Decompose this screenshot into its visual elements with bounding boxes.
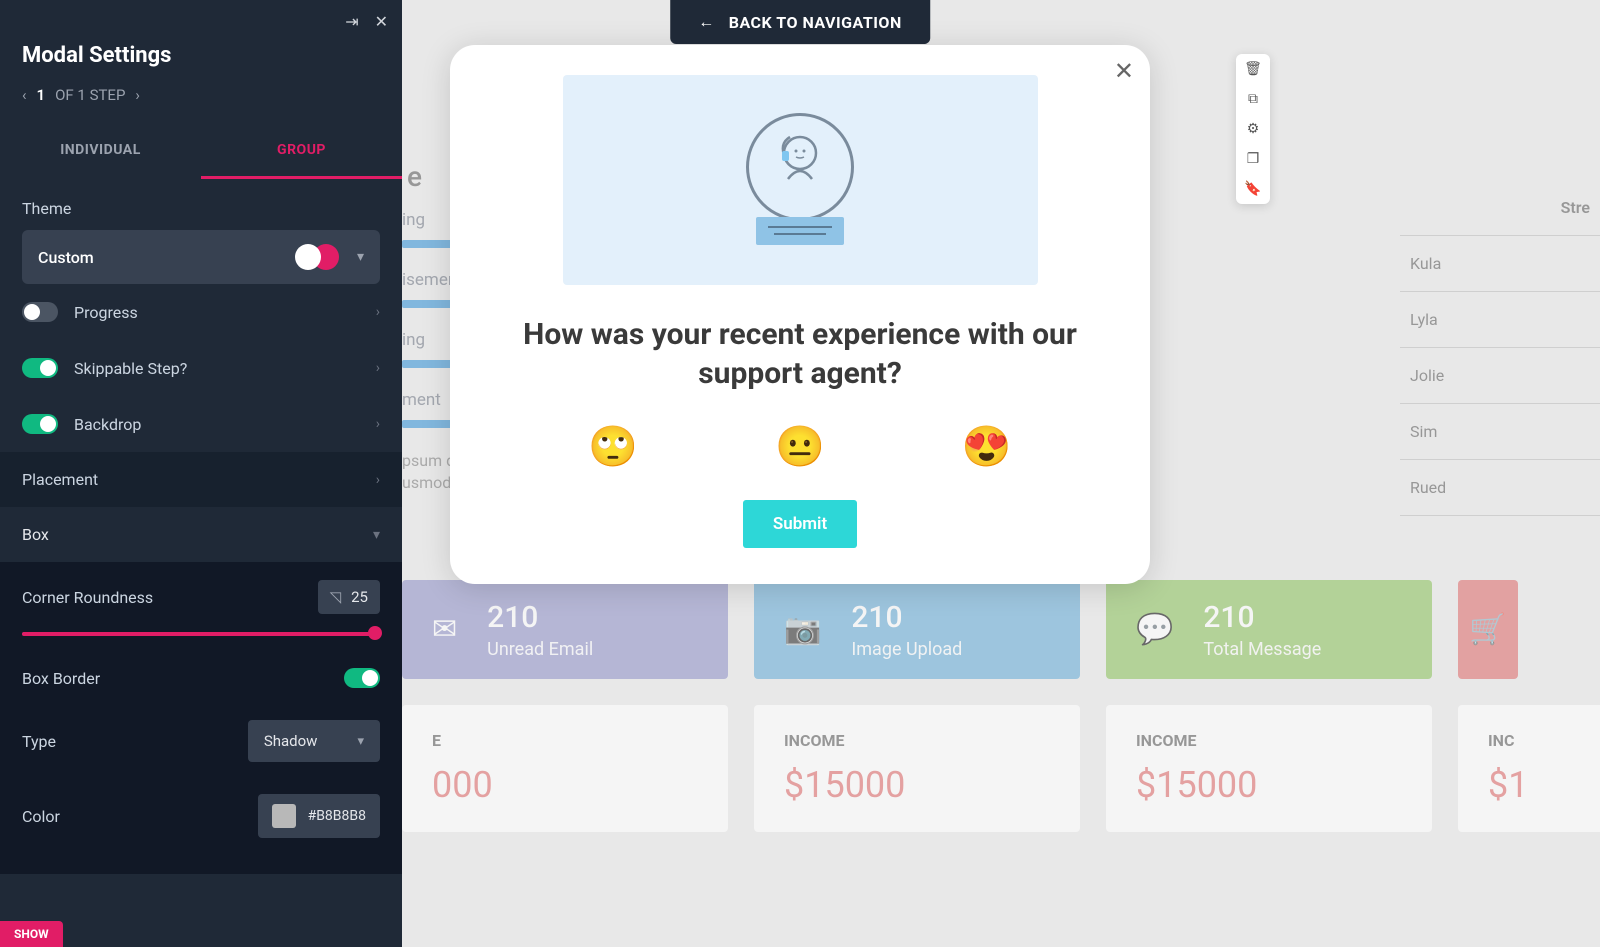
- theme-value: Custom: [38, 248, 283, 267]
- copy-icon[interactable]: ⧉: [1236, 84, 1270, 114]
- step-navigator: ‹ 1 OF 1 STEP ›: [0, 86, 402, 124]
- chevron-right-icon: ›: [376, 416, 380, 432]
- toggle-backdrop[interactable]: [22, 414, 58, 434]
- box-section: Corner Roundness ◹ 25 Box Border Type Sh…: [0, 562, 402, 874]
- color-swatch: [272, 804, 296, 828]
- bookmark-icon[interactable]: 🔖: [1236, 174, 1270, 204]
- submit-button[interactable]: Submit: [743, 500, 857, 548]
- step-next-icon[interactable]: ›: [135, 86, 140, 104]
- bg-heading: e: [407, 160, 422, 193]
- type-select[interactable]: Shadow ▾: [248, 720, 380, 762]
- chevron-right-icon: ›: [376, 304, 380, 320]
- step-total: OF 1 STEP: [55, 86, 125, 104]
- emoji-rating-row: 🙄 😐 😍: [520, 423, 1080, 470]
- toggle-border[interactable]: [344, 668, 380, 688]
- income-card: INCOME$15000: [754, 705, 1080, 832]
- row-progress[interactable]: Progress ›: [0, 284, 402, 340]
- income-card: INCOME$15000: [1106, 705, 1432, 832]
- modal-hero-image: [563, 75, 1038, 285]
- skippable-label: Skippable Step?: [74, 359, 360, 378]
- step-current: 1: [37, 86, 46, 104]
- row-placement[interactable]: Placement ›: [0, 452, 402, 507]
- chevron-right-icon: ›: [376, 472, 380, 488]
- stat-card: ✉ 210Unread Email: [402, 580, 728, 679]
- chevron-down-icon: ▾: [357, 734, 364, 749]
- chevron-down-icon: ▾: [373, 527, 380, 543]
- card-icon: 📷: [784, 612, 821, 647]
- back-to-navigation-button[interactable]: ← BACK TO NAVIGATION: [670, 0, 930, 44]
- card-icon: ✉: [432, 612, 457, 647]
- chevron-down-icon: ▾: [357, 249, 364, 265]
- color-value: #B8B8B8: [308, 808, 366, 824]
- income-card: INC$1: [1458, 705, 1600, 832]
- box-label: Box: [22, 525, 373, 544]
- sidebar-title: Modal Settings: [0, 43, 402, 86]
- arrow-left-icon: ←: [698, 12, 715, 32]
- border-label: Box Border: [22, 669, 344, 688]
- duplicate-icon[interactable]: ❐: [1236, 144, 1270, 174]
- trash-icon[interactable]: 🗑: [1236, 54, 1270, 84]
- corner-value: 25: [351, 588, 368, 606]
- income-card: E000: [402, 705, 728, 832]
- survey-modal: ✕ How was your recent experience with ou…: [450, 45, 1150, 584]
- step-prev-icon[interactable]: ‹: [22, 86, 27, 104]
- collapse-icon[interactable]: ⇥: [345, 12, 358, 31]
- corner-value-input[interactable]: ◹ 25: [318, 580, 380, 614]
- element-toolbar: 🗑 ⧉ ⚙ ❐ 🔖: [1236, 54, 1270, 204]
- emoji-bad[interactable]: 🙄: [588, 423, 638, 470]
- stat-card: 📷 210Image Upload: [754, 580, 1080, 679]
- modal-title: How was your recent experience with our …: [490, 315, 1110, 393]
- agent-icon: [760, 123, 840, 203]
- placement-label: Placement: [22, 470, 360, 489]
- corner-slider[interactable]: [22, 624, 380, 642]
- color-input[interactable]: #B8B8B8: [258, 794, 380, 838]
- emoji-good[interactable]: 😍: [962, 423, 1012, 470]
- toggle-skippable[interactable]: [22, 358, 58, 378]
- row-skippable[interactable]: Skippable Step? ›: [0, 340, 402, 396]
- show-button[interactable]: SHOW: [0, 921, 63, 947]
- type-label: Type: [22, 732, 248, 751]
- corner-icon: ◹: [330, 588, 342, 606]
- settings-icon[interactable]: ⚙: [1236, 114, 1270, 144]
- theme-section-label: Theme: [0, 179, 402, 230]
- theme-swatch: [295, 244, 339, 270]
- card-icon: 💬: [1136, 612, 1173, 647]
- backdrop-label: Backdrop: [74, 415, 360, 434]
- theme-selector[interactable]: Custom ▾: [22, 230, 380, 284]
- tab-individual[interactable]: INDIVIDUAL: [0, 124, 201, 179]
- progress-label: Progress: [74, 303, 360, 322]
- stat-card: 🛒: [1458, 580, 1518, 679]
- color-label: Color: [22, 807, 258, 826]
- corner-label: Corner Roundness: [22, 588, 318, 607]
- toggle-progress[interactable]: [22, 302, 58, 322]
- back-label: BACK TO NAVIGATION: [729, 13, 902, 32]
- emoji-neutral[interactable]: 😐: [775, 423, 825, 470]
- row-backdrop[interactable]: Backdrop ›: [0, 396, 402, 452]
- chevron-right-icon: ›: [376, 360, 380, 376]
- row-box[interactable]: Box ▾: [0, 507, 402, 562]
- close-icon[interactable]: ✕: [375, 12, 388, 31]
- modal-close-icon[interactable]: ✕: [1114, 57, 1134, 85]
- tab-group[interactable]: GROUP: [201, 124, 402, 179]
- stat-card: 💬 210Total Message: [1106, 580, 1432, 679]
- settings-sidebar: ⇥ ✕ Modal Settings ‹ 1 OF 1 STEP › INDIV…: [0, 0, 402, 947]
- type-value: Shadow: [264, 732, 318, 750]
